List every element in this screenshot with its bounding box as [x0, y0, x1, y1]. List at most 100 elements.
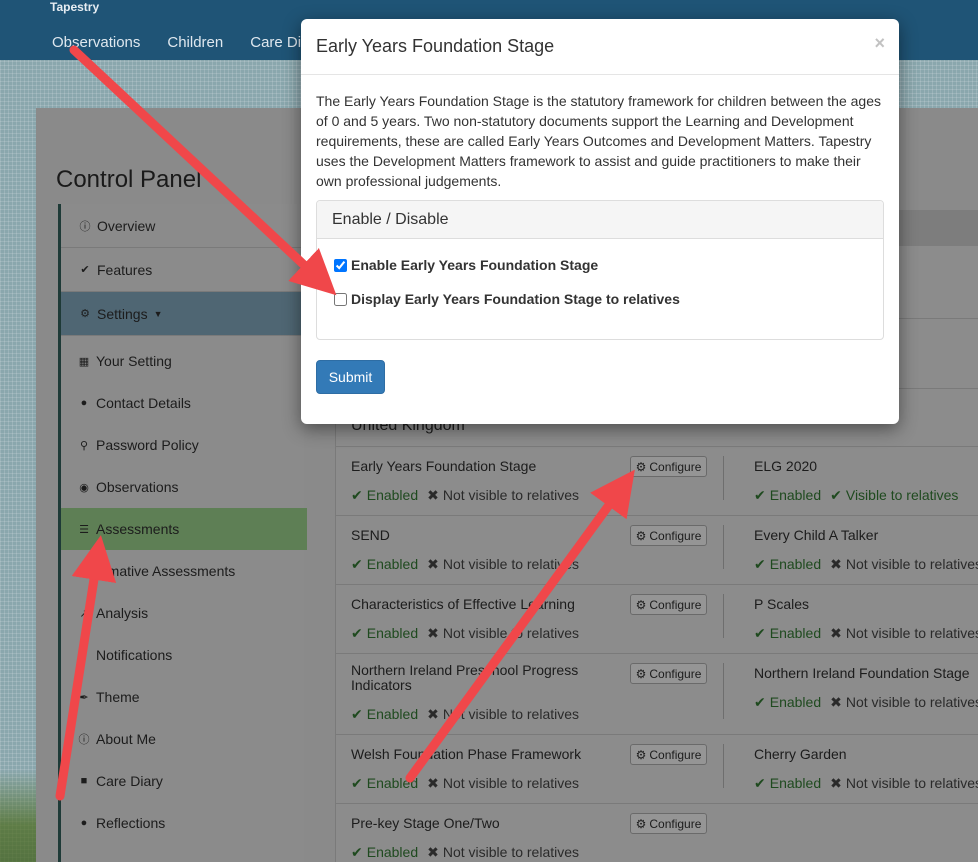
- divider: [335, 446, 978, 447]
- caret-down-icon: ▼: [153, 308, 163, 319]
- enable-disable-panel: Enable / Disable Enable Early Years Foun…: [316, 200, 884, 340]
- check-icon: ✔: [754, 487, 766, 503]
- check-icon: ✔: [351, 844, 363, 860]
- sidebar-item-theme[interactable]: ✒ Theme: [61, 676, 307, 718]
- sidebar-item-about-me[interactable]: ⓘ About Me: [61, 718, 307, 760]
- sidebar-item-settings[interactable]: ⚙ Settings ▼: [61, 292, 307, 336]
- brand-logo-text[interactable]: Tapestry: [50, 0, 99, 14]
- enable-eyfs-checkbox[interactable]: [334, 258, 347, 272]
- sidebar-item-label: Analysis: [96, 605, 149, 621]
- configure-button[interactable]: ⚙ Configure: [630, 594, 707, 615]
- configure-label: Configure: [649, 459, 702, 474]
- sidebar-item-care-diary[interactable]: ■ Care Diary: [61, 760, 307, 802]
- framework-status: ✔ Enabled ✖ Not visible to relatives: [351, 706, 579, 723]
- gear-icon: ⚙: [635, 816, 647, 831]
- sidebar-item-your-setting[interactable]: ▦ Your Setting: [61, 340, 307, 382]
- display-to-relatives-checkbox[interactable]: [334, 292, 347, 306]
- gear-icon: ⚙: [635, 528, 647, 543]
- sidebar-item-overview[interactable]: ⓘ Overview: [61, 204, 307, 248]
- framework-status: ✔ Enabled ✖ Not visible to relatives: [351, 556, 579, 573]
- submit-button[interactable]: Submit: [316, 360, 385, 394]
- framework-name: P Scales: [754, 596, 809, 612]
- configure-label: Configure: [649, 747, 702, 762]
- enable-eyfs-label[interactable]: Enable Early Years Foundation Stage: [351, 257, 598, 273]
- enabled-label: Enabled: [366, 775, 419, 791]
- check-icon: ✔: [754, 625, 766, 641]
- sidebar-item-contact-details[interactable]: ● Contact Details: [61, 382, 307, 424]
- sidebar-item-label: mmative Assessments: [96, 563, 236, 579]
- visibility-label: Not visible to relatives: [442, 844, 580, 860]
- nav-observations[interactable]: Observations: [52, 34, 140, 51]
- visibility-label: Not visible to relatives: [845, 556, 978, 572]
- framework-name: Early Years Foundation Stage: [351, 458, 537, 474]
- framework-name: SEND: [351, 527, 390, 543]
- key-icon: ⚲: [79, 439, 89, 452]
- divider: [335, 515, 978, 516]
- configure-button[interactable]: ⚙ Configure: [630, 525, 707, 546]
- enabled-label: Enabled: [769, 694, 822, 710]
- enabled-label: Enabled: [366, 706, 419, 722]
- framework-status: ✔ Enabled ✖ Not visible to relatives: [754, 775, 978, 792]
- sidebar-item-notifications[interactable]: Notifications: [61, 634, 307, 676]
- column-divider: [723, 525, 724, 569]
- x-icon: ✖: [830, 556, 842, 572]
- page-title: Control Panel: [56, 166, 202, 193]
- framework-name: ELG 2020: [754, 458, 818, 474]
- check-icon: ✔: [351, 625, 363, 641]
- framework-name: Welsh Foundation Phase Framework: [351, 746, 582, 762]
- sidebar-item-label: Settings: [97, 305, 148, 322]
- gear-icon: ⚙: [635, 747, 647, 762]
- enabled-label: Enabled: [769, 625, 822, 641]
- enabled-label: Enabled: [366, 625, 419, 641]
- gear-icon: ⚙: [80, 308, 90, 320]
- sidebar-item-password-policy[interactable]: ⚲ Password Policy: [61, 424, 307, 466]
- sidebar-item-label: Care Diary: [96, 773, 163, 789]
- visibility-label: Not visible to relatives: [442, 706, 580, 722]
- check-icon: ✔: [351, 556, 363, 572]
- display-relatives-row: Display Early Years Foundation Stage to …: [334, 291, 680, 307]
- sidebar-item-features[interactable]: ✔ Features: [61, 248, 307, 292]
- x-icon: ✖: [427, 775, 439, 791]
- framework-name: Every Child A Talker: [754, 527, 879, 543]
- x-icon: ✖: [830, 775, 842, 791]
- sidebar-item-assessments[interactable]: ☰ Assessments: [61, 508, 307, 550]
- display-to-relatives-label[interactable]: Display Early Years Foundation Stage to …: [351, 291, 680, 307]
- sidebar-item-reflections[interactable]: ● Reflections: [61, 802, 307, 844]
- visibility-label: Not visible to relatives: [442, 625, 580, 641]
- x-icon: ✖: [427, 625, 439, 641]
- modal-header: Early Years Foundation Stage ×: [301, 19, 899, 75]
- info-icon: ⓘ: [79, 220, 91, 233]
- enabled-label: Enabled: [769, 487, 822, 503]
- x-icon: ✖: [427, 844, 439, 860]
- framework-name: Cherry Garden: [754, 746, 847, 762]
- framework-name: Northern Ireland Preschool Progress Indi…: [351, 662, 579, 693]
- configure-button[interactable]: ⚙ Configure: [630, 744, 707, 765]
- sidebar: ⓘ Overview ✔ Features ⚙ Settings ▼ ▦ You…: [58, 204, 307, 862]
- configure-button[interactable]: ⚙ Configure: [630, 456, 707, 477]
- column-divider: [723, 663, 724, 719]
- visibility-label: Not visible to relatives: [845, 625, 978, 641]
- framework-status: ✔ Enabled ✖ Not visible to relatives: [351, 487, 579, 504]
- column-divider: [723, 594, 724, 638]
- configure-button[interactable]: ⚙ Configure: [630, 813, 707, 834]
- book-icon: ■: [80, 775, 88, 787]
- sidebar-item-observations[interactable]: ◉ Observations: [61, 466, 307, 508]
- check-icon: ✔: [351, 775, 363, 791]
- divider: [335, 734, 978, 735]
- close-icon[interactable]: ×: [874, 33, 885, 54]
- brush-icon: ✒: [79, 691, 89, 704]
- enabled-label: Enabled: [769, 556, 822, 572]
- nav-children[interactable]: Children: [167, 34, 223, 51]
- check-icon: ✔: [754, 775, 766, 791]
- framework-name: Pre-key Stage One/Two: [351, 815, 500, 831]
- eyfs-modal: Early Years Foundation Stage × The Early…: [301, 19, 899, 424]
- sidebar-item-summative-assessments[interactable]: ☷ mmative Assessments: [61, 550, 307, 592]
- divider: [335, 584, 978, 585]
- chart-icon: ↗: [79, 607, 89, 620]
- configure-button[interactable]: ⚙ Configure: [630, 663, 707, 684]
- sidebar-item-label: Observations: [96, 479, 179, 495]
- gear-icon: ⚙: [635, 459, 647, 474]
- gear-icon: ⚙: [635, 597, 647, 612]
- sidebar-item-label: Features: [97, 261, 153, 278]
- sidebar-item-analysis[interactable]: ↗ Analysis: [61, 592, 307, 634]
